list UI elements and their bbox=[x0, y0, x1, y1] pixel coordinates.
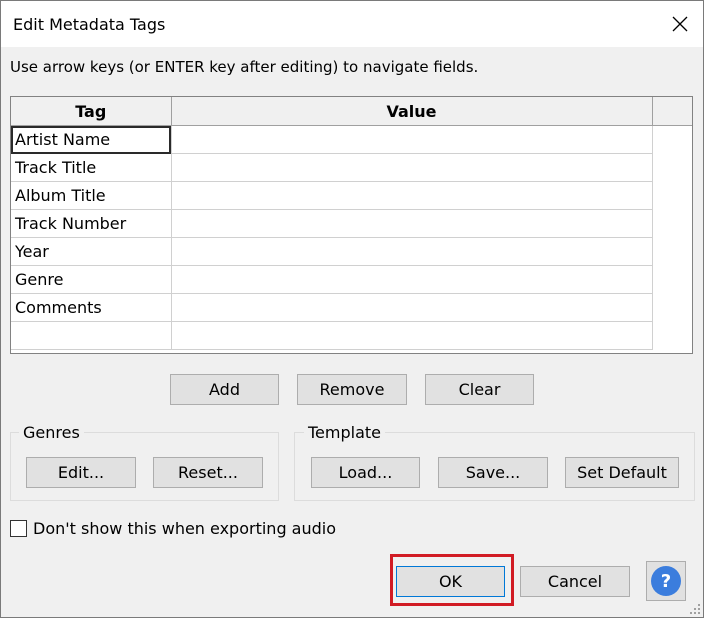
dont-show-checkbox[interactable] bbox=[10, 520, 27, 537]
tag-cell[interactable]: Track Title bbox=[11, 153, 172, 182]
genres-reset-button[interactable]: Reset... bbox=[153, 457, 263, 488]
close-icon bbox=[672, 16, 688, 32]
metadata-grid[interactable]: Tag Value Artist Name Track Title Album … bbox=[10, 96, 693, 354]
template-group-label: Template bbox=[304, 423, 386, 442]
table-row: Album Title bbox=[11, 181, 653, 210]
value-cell[interactable] bbox=[171, 293, 653, 322]
dont-show-label[interactable]: Don't show this when exporting audio bbox=[33, 519, 336, 538]
genres-edit-button[interactable]: Edit... bbox=[26, 457, 136, 488]
template-set-default-button[interactable]: Set Default bbox=[565, 457, 679, 488]
cancel-button[interactable]: Cancel bbox=[520, 566, 630, 597]
help-button[interactable]: ? bbox=[646, 561, 686, 601]
help-glyph: ? bbox=[661, 571, 671, 592]
window-title: Edit Metadata Tags bbox=[13, 15, 166, 34]
close-button[interactable] bbox=[657, 1, 703, 47]
title-bar: Edit Metadata Tags bbox=[1, 1, 703, 47]
template-load-button[interactable]: Load... bbox=[311, 457, 420, 488]
tag-cell[interactable]: Artist Name bbox=[11, 125, 172, 154]
table-row: Artist Name bbox=[11, 125, 653, 154]
table-row: Track Title bbox=[11, 153, 653, 182]
edit-metadata-dialog: Edit Metadata Tags Use arrow keys (or EN… bbox=[0, 0, 704, 618]
remove-button[interactable]: Remove bbox=[297, 374, 407, 405]
tag-cell[interactable]: Album Title bbox=[11, 181, 172, 210]
value-cell[interactable] bbox=[171, 181, 653, 210]
template-save-button[interactable]: Save... bbox=[438, 457, 548, 488]
value-cell[interactable] bbox=[171, 265, 653, 294]
tag-cell[interactable]: Comments bbox=[11, 293, 172, 322]
value-cell[interactable] bbox=[171, 209, 653, 238]
tag-cell[interactable]: Year bbox=[11, 237, 172, 266]
dont-show-option[interactable]: Don't show this when exporting audio bbox=[10, 519, 336, 538]
tag-cell[interactable]: Genre bbox=[11, 265, 172, 294]
table-row: Track Number bbox=[11, 209, 653, 238]
instructions-text: Use arrow keys (or ENTER key after editi… bbox=[10, 58, 479, 76]
table-row bbox=[11, 321, 653, 350]
metadata-table: Tag Value Artist Name Track Title Album … bbox=[11, 97, 653, 350]
tag-cell[interactable] bbox=[11, 321, 172, 350]
table-row: Genre bbox=[11, 265, 653, 294]
add-button[interactable]: Add bbox=[170, 374, 279, 405]
genres-group-label: Genres bbox=[19, 423, 84, 442]
tag-cell[interactable]: Track Number bbox=[11, 209, 172, 238]
value-cell[interactable] bbox=[171, 125, 653, 154]
resize-grip-icon[interactable] bbox=[689, 603, 701, 615]
ok-button[interactable]: OK bbox=[396, 566, 505, 597]
clear-button[interactable]: Clear bbox=[425, 374, 534, 405]
grid-header-row: Tag Value bbox=[11, 97, 653, 126]
value-cell[interactable] bbox=[171, 321, 653, 350]
column-header-value[interactable]: Value bbox=[171, 97, 653, 126]
grid-header-filler bbox=[652, 97, 692, 126]
table-row: Comments bbox=[11, 293, 653, 322]
column-header-tag[interactable]: Tag bbox=[11, 97, 172, 126]
value-cell[interactable] bbox=[171, 237, 653, 266]
help-icon: ? bbox=[651, 566, 681, 596]
value-cell[interactable] bbox=[171, 153, 653, 182]
table-row: Year bbox=[11, 237, 653, 266]
